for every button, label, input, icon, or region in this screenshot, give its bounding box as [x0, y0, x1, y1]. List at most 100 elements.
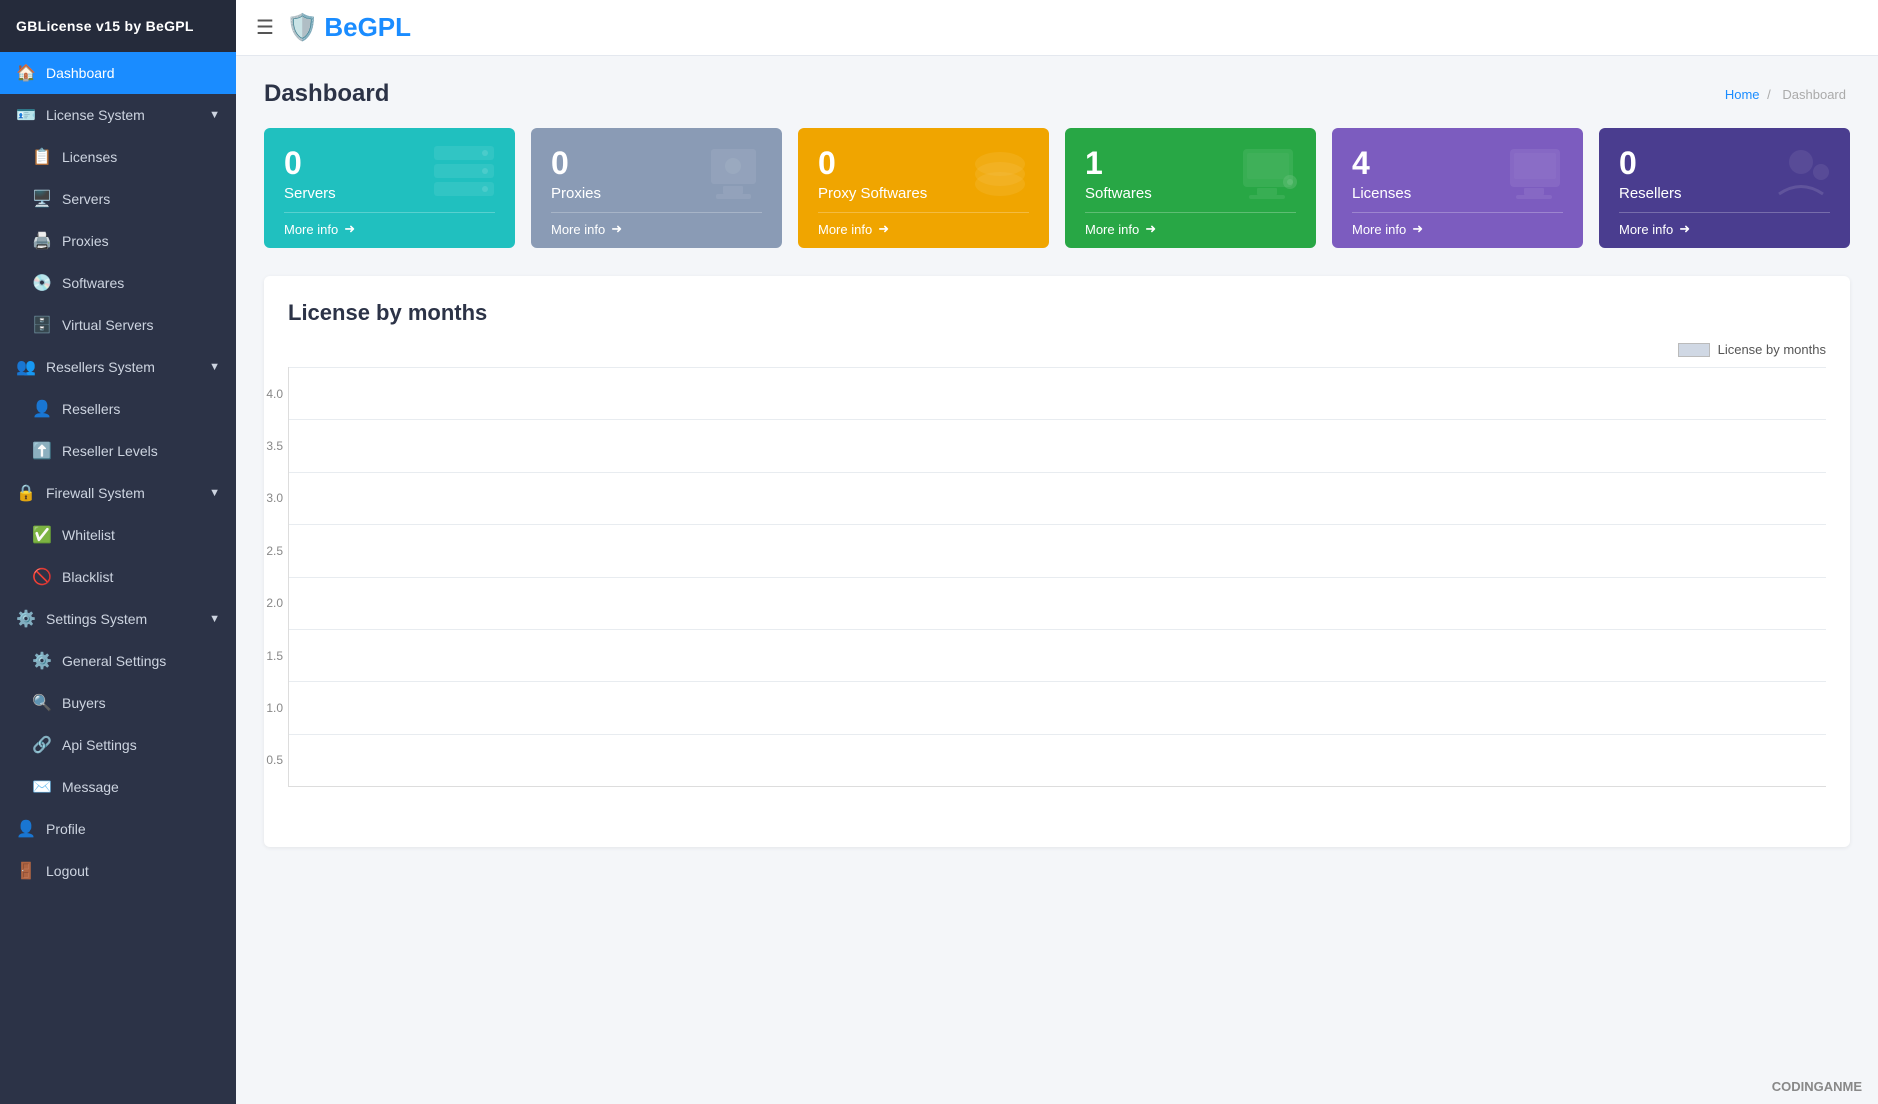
api-settings-icon: 🔗: [32, 735, 52, 755]
sidebar-label-message: Message: [62, 779, 119, 795]
footer-watermark: CODINGANME: [1772, 1079, 1862, 1094]
sidebar-label-virtual-servers: Virtual Servers: [62, 317, 154, 333]
sidebar-label-firewall-system: Firewall System: [46, 485, 145, 501]
sidebar-label-resellers: Resellers: [62, 401, 120, 417]
resellers-card-icon: [1769, 144, 1834, 212]
sidebar-label-licenses: Licenses: [62, 149, 117, 165]
grid-line-40: 4.0: [289, 367, 1826, 419]
sidebar-item-resellers-system[interactable]: 👥 Resellers System ▼: [0, 346, 236, 388]
sidebar-item-logout[interactable]: 🚪 Logout: [0, 850, 236, 892]
grid-label-40: 4.0: [253, 387, 283, 401]
breadcrumb: Home / Dashboard: [1725, 87, 1850, 102]
main-area: ☰ 🛡️ BeGPL Dashboard Home / Dashboard 0 …: [236, 0, 1878, 1104]
sidebar-label-settings-system: Settings System: [46, 611, 147, 627]
sidebar-item-licenses[interactable]: 📋 Licenses: [0, 136, 236, 178]
proxy-softwares-more-info[interactable]: More info ➜: [818, 212, 1029, 245]
sidebar-label-general-settings: General Settings: [62, 653, 166, 669]
grid-line-05: 0.5: [289, 734, 1826, 786]
servers-card-icon: [429, 144, 499, 212]
softwares-more-info[interactable]: More info ➜: [1085, 212, 1296, 245]
blacklist-icon: 🚫: [32, 567, 52, 587]
grid-label-05: 0.5: [253, 753, 283, 767]
grid-label-15: 1.5: [253, 649, 283, 663]
breadcrumb-home-link[interactable]: Home: [1725, 87, 1760, 102]
arrow-right-icon2: ➜: [611, 221, 622, 237]
sidebar-item-settings-system[interactable]: ⚙️ Settings System ▼: [0, 598, 236, 640]
grid-label-35: 3.5: [253, 439, 283, 453]
breadcrumb-row: Dashboard Home / Dashboard: [264, 80, 1850, 108]
logo-text: BeGPL: [324, 12, 411, 43]
chart-area: 4.0 3.5 3.0 2.5 2.0 1.5: [288, 367, 1826, 827]
license-system-icon: 🪪: [16, 105, 36, 125]
sidebar-item-whitelist[interactable]: ✅ Whitelist: [0, 514, 236, 556]
app-title: GBLicense v15 by BeGPL: [0, 0, 236, 52]
logo-be: Be: [324, 12, 357, 42]
sidebar-item-message[interactable]: ✉️ Message: [0, 766, 236, 808]
sidebar-item-profile[interactable]: 👤 Profile: [0, 808, 236, 850]
licenses-stat-card: 4 Licenses More info ➜: [1332, 128, 1583, 248]
sidebar-label-license-system: License System: [46, 107, 145, 123]
sidebar-item-blacklist[interactable]: 🚫 Blacklist: [0, 556, 236, 598]
proxies-more-info-label: More info: [551, 222, 605, 237]
breadcrumb-separator: /: [1767, 87, 1771, 102]
grid-line-10: 1.0: [289, 681, 1826, 733]
sidebar-item-dashboard[interactable]: 🏠 Dashboard: [0, 52, 236, 94]
sidebar-label-buyers: Buyers: [62, 695, 106, 711]
sidebar-item-license-system[interactable]: 🪪 License System ▼: [0, 94, 236, 136]
sidebar-item-buyers[interactable]: 🔍 Buyers: [0, 682, 236, 724]
resellers-more-info-label: More info: [1619, 222, 1673, 237]
sidebar-label-whitelist: Whitelist: [62, 527, 115, 543]
proxy-softwares-more-info-label: More info: [818, 222, 872, 237]
sidebar-item-virtual-servers[interactable]: 🗄️ Virtual Servers: [0, 304, 236, 346]
sidebar-item-proxies[interactable]: 🖨️ Proxies: [0, 220, 236, 262]
arrow-right-icon: ➜: [344, 221, 355, 237]
virtual-servers-icon: 🗄️: [32, 315, 52, 335]
sidebar-item-general-settings[interactable]: ⚙️ General Settings: [0, 640, 236, 682]
dashboard-icon: 🏠: [16, 63, 36, 83]
settings-icon: ⚙️: [16, 609, 36, 629]
chart-section: License by months License by months 4.0 …: [264, 276, 1850, 847]
profile-icon: 👤: [16, 819, 36, 839]
chart-title: License by months: [288, 300, 1826, 326]
sidebar-label-softwares: Softwares: [62, 275, 124, 291]
servers-stat-card: 0 Servers More info ➜: [264, 128, 515, 248]
licenses-icon: 📋: [32, 147, 52, 167]
softwares-more-info-label: More info: [1085, 222, 1139, 237]
proxies-more-info[interactable]: More info ➜: [551, 212, 762, 245]
logo: 🛡️ BeGPL: [286, 12, 411, 43]
menu-toggle-icon[interactable]: ☰: [256, 15, 274, 40]
sidebar-item-softwares[interactable]: 💿 Softwares: [0, 262, 236, 304]
stat-cards: 0 Servers More info ➜: [264, 128, 1850, 248]
watermark-text: CODINGANME: [1772, 1079, 1862, 1094]
servers-more-info[interactable]: More info ➜: [284, 212, 495, 245]
proxies-stat-card: 0 Proxies More info ➜: [531, 128, 782, 248]
grid-label-20: 2.0: [253, 596, 283, 610]
proxy-softwares-card-icon: [968, 144, 1033, 212]
chart-legend-box: [1678, 343, 1710, 357]
sidebar-item-firewall-system[interactable]: 🔒 Firewall System ▼: [0, 472, 236, 514]
sidebar-label-reseller-levels: Reseller Levels: [62, 443, 158, 459]
sidebar-item-resellers[interactable]: 👤 Resellers: [0, 388, 236, 430]
logo-shield-icon: 🛡️: [286, 12, 318, 43]
licenses-card-icon: [1502, 144, 1567, 212]
sidebar-label-resellers-system: Resellers System: [46, 359, 155, 375]
softwares-icon: 💿: [32, 273, 52, 293]
sidebar-label-proxies: Proxies: [62, 233, 109, 249]
sidebar-label-dashboard: Dashboard: [46, 65, 115, 81]
licenses-more-info[interactable]: More info ➜: [1352, 212, 1563, 245]
grid-line-30: 3.0: [289, 472, 1826, 524]
sidebar-item-reseller-levels[interactable]: ⬆️ Reseller Levels: [0, 430, 236, 472]
resellers-more-info[interactable]: More info ➜: [1619, 212, 1830, 245]
grid-line-25: 2.5: [289, 524, 1826, 576]
grid-line-15: 1.5: [289, 629, 1826, 681]
sidebar-item-servers[interactable]: 🖥️ Servers: [0, 178, 236, 220]
servers-more-info-label: More info: [284, 222, 338, 237]
sidebar: GBLicense v15 by BeGPL 🏠 Dashboard 🪪 Lic…: [0, 0, 236, 1104]
resellers-icon: 👤: [32, 399, 52, 419]
general-settings-icon: ⚙️: [32, 651, 52, 671]
licenses-more-info-label: More info: [1352, 222, 1406, 237]
firewall-icon: 🔒: [16, 483, 36, 503]
grid-line-20: 2.0: [289, 577, 1826, 629]
sidebar-item-api-settings[interactable]: 🔗 Api Settings: [0, 724, 236, 766]
logo-gpl: GPL: [358, 12, 411, 42]
